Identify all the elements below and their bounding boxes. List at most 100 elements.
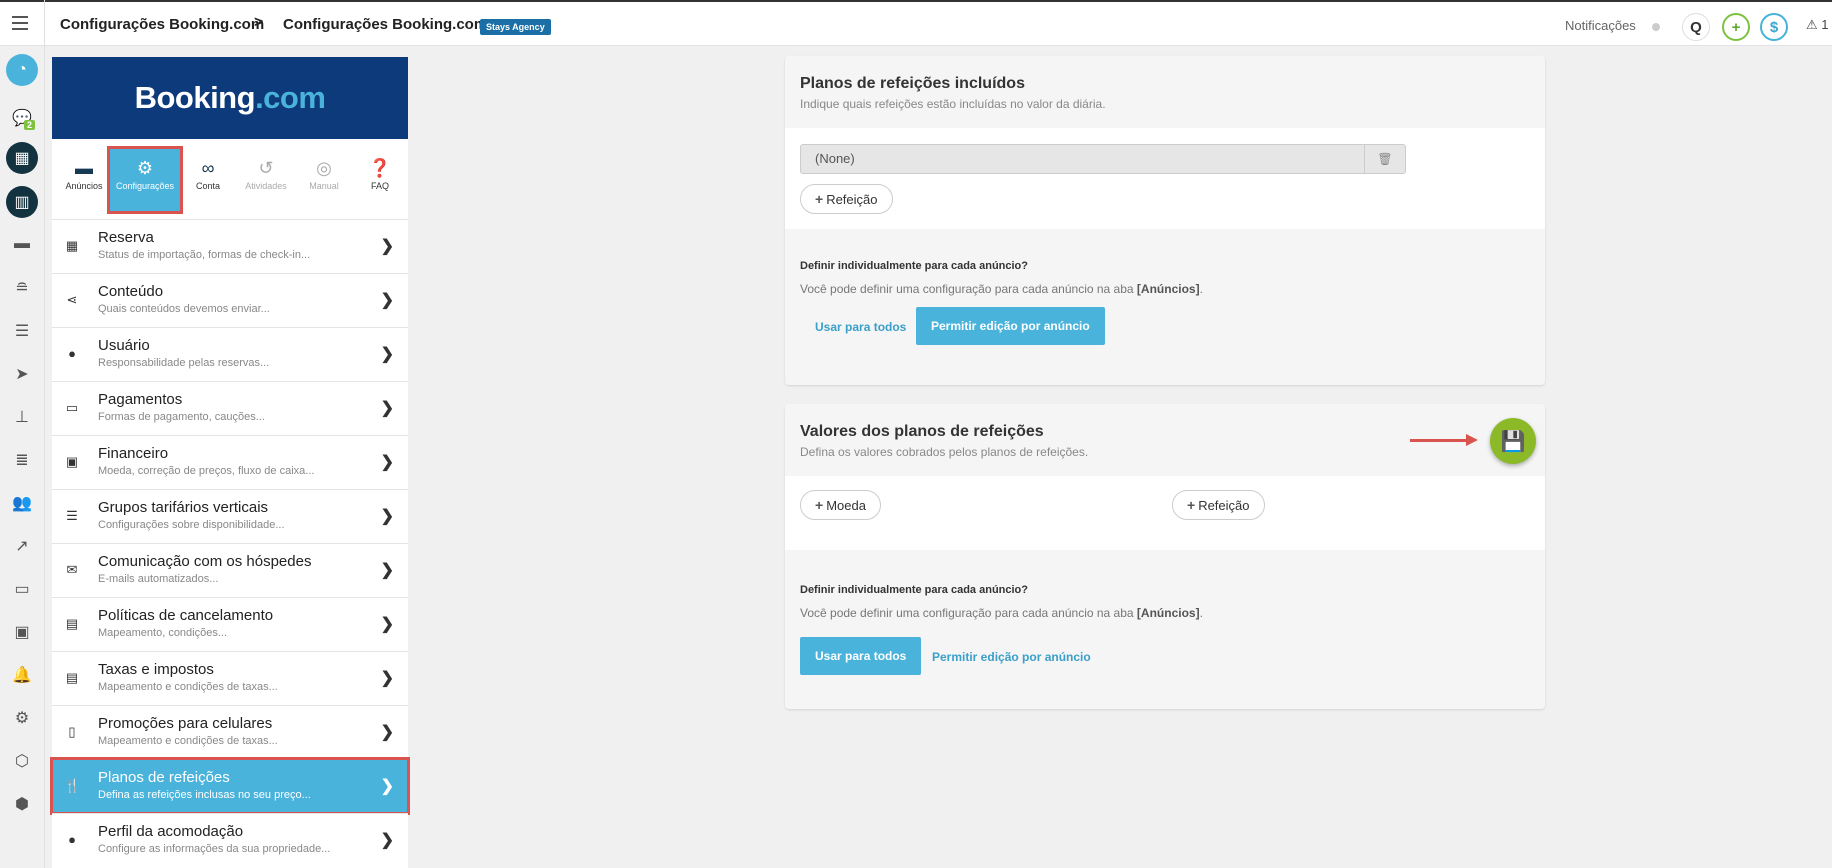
envelope-icon: ✉ (66, 562, 78, 577)
search-button[interactable]: Q (1682, 13, 1710, 41)
card-header: Planos de refeições incluídos Indique qu… (785, 56, 1545, 128)
footer-text-body: Você pode definir uma configuração para … (800, 606, 1134, 620)
hamburger-menu-icon[interactable] (12, 16, 28, 30)
document-icon: ▤ (65, 670, 79, 685)
menu-item-promocoes-celulares[interactable]: ▯ Promoções para celulares Mapeamento e … (52, 705, 408, 759)
bell-icon[interactable]: 🔔 (6, 659, 38, 691)
add-currency-button[interactable]: + Moeda (800, 490, 881, 520)
use-for-all-button[interactable]: Usar para todos (800, 637, 922, 675)
boxes-icon[interactable]: ⬢ (6, 788, 38, 820)
add-meal-button[interactable]: + Refeição (800, 184, 893, 214)
menu-item-title: Usuário (98, 337, 150, 354)
add-button[interactable]: + (1722, 13, 1750, 41)
send-icon[interactable]: ➤ (6, 358, 38, 390)
menu-item-conteudo[interactable]: ⋖ Conteúdo Quais conteúdos devemos envia… (52, 273, 408, 327)
menu-item-comunicacao[interactable]: ✉ Comunicação com os hóspedes E-mails au… (52, 543, 408, 597)
menu-item-perfil-acomodacao[interactable]: ● Perfil da acomodação Configure as info… (52, 813, 408, 867)
menu-item-title: Conteúdo (98, 283, 164, 300)
menu-item-subtitle: Moeda, correção de preços, fluxo de caix… (98, 465, 315, 477)
tab-anuncios[interactable]: ▬ Anúncios (54, 149, 114, 211)
sitemap-icon[interactable]: ⊥ (6, 401, 38, 433)
stats-icon[interactable]: ▥ (6, 186, 38, 218)
agency-badge: Stays Agency (480, 19, 551, 35)
credit-card-icon: ▭ (65, 400, 79, 415)
menu-item-grupos-tarifarios[interactable]: ☰ Grupos tarifários verticais Configuraç… (52, 489, 408, 543)
tab-conta[interactable]: ∞ Conta (178, 149, 238, 211)
messages-icon[interactable]: 💬 2 (6, 102, 38, 134)
menu-item-usuario[interactable]: ● Usuário Responsabilidade pelas reserva… (52, 327, 408, 381)
question-icon: ❓ (368, 158, 392, 178)
breadcrumb-item-1[interactable]: Configurações Booking.com (60, 16, 264, 33)
tab-configuracoes[interactable]: ⚙ Configurações (107, 146, 183, 214)
list-icon[interactable]: ☰ (6, 315, 38, 347)
menu-item-subtitle: Mapeamento e condições de taxas... (98, 681, 278, 693)
gear-icon[interactable]: ⚙ (6, 702, 38, 734)
card-subtitle: Indique quais refeições estão incluídas … (800, 97, 1106, 111)
menu-item-planos-refeicoes[interactable]: 🍴 Planos de refeições Defina as refeiçõe… (50, 757, 410, 815)
notifications-label[interactable]: Notificações (1565, 18, 1636, 33)
logo-dotcom: .com (255, 80, 326, 115)
finance-button[interactable]: $ (1760, 13, 1788, 41)
tab-label: Configurações (115, 181, 175, 191)
booking-logo: Booking .com (52, 57, 408, 139)
button-label: Refeição (1198, 497, 1250, 513)
chevron-right-icon: ❯ (380, 778, 394, 795)
menu-item-reserva[interactable]: ▦ Reserva Status de importação, formas d… (52, 219, 408, 273)
chevron-right-icon: ❯ (380, 832, 394, 849)
calendar-icon[interactable]: ▦ (6, 142, 38, 174)
menu-item-subtitle: Responsabilidade pelas reservas... (98, 357, 270, 369)
menu-item-title: Pagamentos (98, 391, 183, 408)
included-meal-plans-card: Planos de refeições incluídos Indique qu… (785, 56, 1545, 385)
database-icon[interactable]: ≘ (6, 272, 38, 304)
use-for-all-button[interactable]: Usar para todos (815, 320, 906, 334)
box-icon[interactable]: ⬡ (6, 745, 38, 777)
tab-label: Manual (309, 181, 339, 191)
button-label: Moeda (826, 497, 866, 513)
menu-item-title: Financeiro (98, 445, 169, 462)
users-icon[interactable]: 👥 (6, 487, 38, 519)
tab-label: Anúncios (65, 181, 103, 191)
document-icon: ▤ (65, 616, 79, 631)
delete-meal-button[interactable]: 🗑 (1365, 144, 1406, 174)
menu-item-title: Comunicação com os hóspedes (98, 553, 312, 570)
menu-item-taxas-impostos[interactable]: ▤ Taxas e impostos Mapeamento e condiçõe… (52, 651, 408, 705)
save-button[interactable]: 💾 (1490, 418, 1536, 464)
dashboard-icon[interactable]: ◔ (6, 54, 38, 86)
meal-plan-select[interactable]: (None) (800, 144, 1365, 174)
menu-item-subtitle: Status de importação, formas de check-in… (98, 249, 311, 261)
chart-icon[interactable]: ↗ (6, 530, 38, 562)
card-footer: Definir individualmente para cada anúnci… (785, 550, 1545, 709)
money-icon[interactable]: ▣ (6, 616, 38, 648)
tab-label: Conta (195, 181, 221, 191)
lifebuoy-icon: ◎ (316, 158, 332, 178)
user-icon: ● (68, 346, 76, 361)
monitor-icon[interactable]: ▭ (6, 573, 38, 605)
menu-item-subtitle: Configurações sobre disponibilidade... (98, 519, 285, 531)
server-icon[interactable]: ≣ (6, 444, 38, 476)
annotation-arrow (1410, 439, 1468, 442)
add-meal-value-button[interactable]: + Refeição (1172, 490, 1265, 520)
breadcrumb-item-2: Configurações Booking.com (283, 16, 488, 33)
tab-atividades[interactable]: ↺ Atividades (236, 149, 296, 211)
chevron-right-icon: ❯ (380, 508, 394, 525)
allow-edit-per-listing-button[interactable]: Permitir edição por anúncio (916, 307, 1105, 345)
menu-item-pagamentos[interactable]: ▭ Pagamentos Formas de pagamento, cauçõe… (52, 381, 408, 435)
tab-faq[interactable]: ❓ FAQ (350, 149, 410, 211)
menu-item-financeiro[interactable]: ▣ Financeiro Moeda, correção de preços, … (52, 435, 408, 489)
chevron-right-icon: ❯ (380, 670, 394, 687)
menu-item-politicas-cancelamento[interactable]: ▤ Políticas de cancelamento Mapeamento, … (52, 597, 408, 651)
gears-icon: ⚙ (136, 158, 154, 178)
chevron-right-icon: ❯ (380, 454, 394, 471)
card-subtitle: Defina os valores cobrados pelos planos … (800, 445, 1089, 459)
bed-icon[interactable]: ▬ (6, 228, 38, 260)
rail-divider (44, 0, 45, 868)
dollar-icon: $ (1769, 18, 1779, 36)
warning-indicator[interactable]: ⚠ 1 (1806, 17, 1829, 33)
breadcrumb-separator-icon: > (254, 14, 264, 31)
search-icon: Q (1690, 18, 1702, 36)
menu-item-title: Promoções para celulares (98, 715, 273, 732)
tab-manual[interactable]: ◎ Manual (294, 149, 354, 211)
bed-icon: ▬ (75, 158, 93, 178)
allow-edit-per-listing-button[interactable]: Permitir edição por anúncio (932, 650, 1091, 664)
tab-label: FAQ (370, 181, 389, 191)
